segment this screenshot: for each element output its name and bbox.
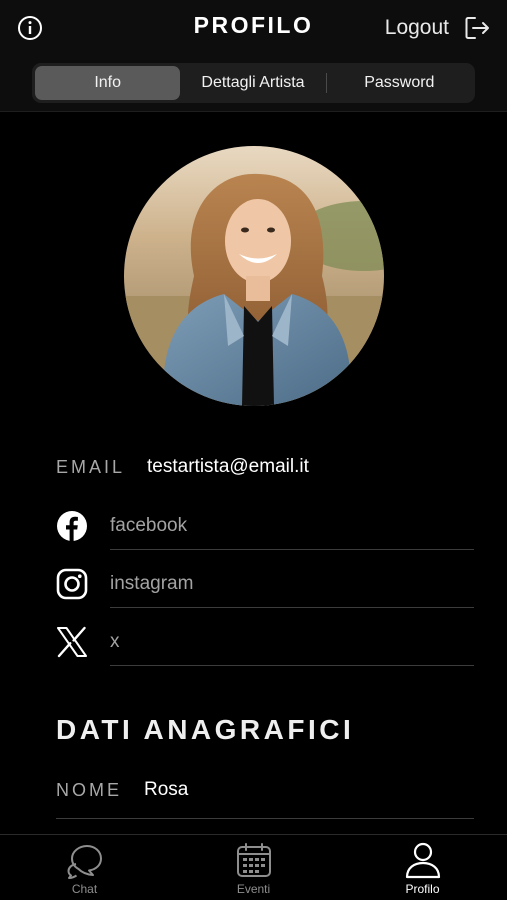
email-row: EMAIL testartista@email.it	[56, 456, 309, 478]
email-label: EMAIL	[56, 456, 126, 477]
tab-eventi[interactable]: Eventi	[169, 835, 338, 900]
email-value: testartista@email.it	[147, 456, 309, 477]
logout-icon	[465, 17, 489, 39]
calendar-icon	[236, 843, 271, 877]
bottom-tab-bar: Chat Eventi Profilo	[0, 834, 507, 900]
instagram-input[interactable]: instagram	[110, 568, 474, 608]
nome-row: NOME Rosa	[56, 776, 474, 819]
avatar-photo	[124, 146, 384, 406]
tab-profilo-label: Profilo	[405, 882, 440, 896]
facebook-icon	[57, 511, 87, 541]
user-icon	[405, 842, 440, 879]
x-icon	[57, 626, 87, 658]
facebook-row: facebook	[56, 510, 474, 560]
instagram-row: instagram	[56, 568, 474, 618]
profile-avatar[interactable]	[124, 146, 384, 406]
top-header: PROFILO Logout Info Dettagli Artista Pas…	[0, 0, 507, 112]
x-input[interactable]: x	[110, 626, 474, 666]
x-row: x	[56, 626, 474, 676]
tab-dettagli-artista[interactable]: Dettagli Artista	[180, 66, 325, 100]
logout-button[interactable]: Logout	[385, 13, 491, 43]
logout-label: Logout	[384, 16, 449, 39]
facebook-input[interactable]: facebook	[110, 510, 474, 550]
nome-label: NOME	[56, 780, 122, 800]
segmented-control: Info Dettagli Artista Password	[32, 63, 475, 103]
tab-password[interactable]: Password	[327, 66, 472, 100]
tab-chat[interactable]: Chat	[0, 835, 169, 900]
section-title-dati-anagrafici: DATI ANAGRAFICI	[56, 714, 355, 745]
tab-profilo[interactable]: Profilo	[338, 835, 507, 900]
chat-icon	[67, 845, 102, 879]
tab-chat-label: Chat	[71, 882, 98, 896]
tab-info[interactable]: Info	[35, 66, 181, 100]
instagram-icon	[56, 568, 88, 600]
tab-eventi-label: Eventi	[236, 882, 271, 896]
nome-value[interactable]: Rosa	[144, 776, 188, 804]
